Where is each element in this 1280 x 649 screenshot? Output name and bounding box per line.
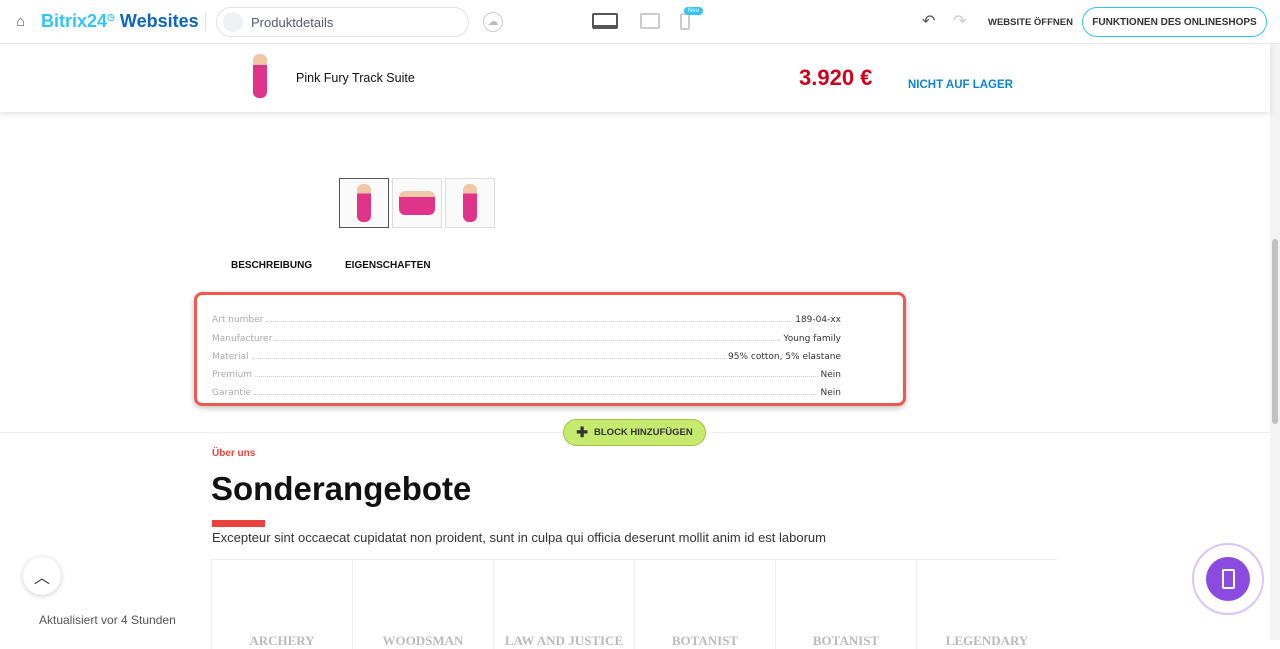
stock-status: NICHT AUF LAGER: [908, 79, 1013, 91]
product-price: 3.920 €: [799, 65, 873, 90]
product-thumbnail: [245, 54, 275, 100]
tab-properties[interactable]: EIGENSCHAFTEN: [345, 260, 431, 271]
property-key: Art number: [212, 315, 264, 326]
chevron-up-icon: ︿: [33, 570, 50, 587]
property-row: Premium Nein: [212, 362, 841, 380]
page-name: Produktdetails: [251, 14, 334, 30]
scroll-up-button[interactable]: ︿: [23, 557, 61, 595]
section-text: Excepteur sint occaecat cupidatat non pr…: [212, 530, 826, 545]
title-underline: [212, 520, 265, 527]
undo-icon[interactable]: ↶: [922, 11, 935, 31]
property-value: 189-04-xx: [795, 315, 841, 326]
plus-icon: ✚: [576, 424, 589, 440]
logo-tile: LEGENDARY: [916, 560, 1057, 649]
mobile-view-icon[interactable]: [680, 13, 690, 30]
page-selector[interactable]: Produktdetails: [216, 7, 469, 37]
logo-tile: BOTANIST: [775, 560, 916, 649]
desktop-view-icon[interactable]: [592, 13, 618, 29]
properties-table: Art number 189-04-xx Manufacturer Young fa…: [194, 292, 906, 406]
top-bar: ⌂ Bitrix24◷ Websites Produktdetails ☁ Ne…: [0, 0, 1280, 44]
updated-status: Aktualisiert vor 4 Stunden: [39, 613, 176, 627]
gallery-thumb[interactable]: [339, 178, 389, 228]
product-name: Pink Fury Track Suite: [296, 71, 415, 85]
gallery-thumb[interactable]: [392, 178, 442, 228]
property-value: 95% cotton, 5% elastane: [728, 351, 841, 362]
add-block-button[interactable]: ✚ BLOCK HINZUFÜGEN: [563, 419, 706, 446]
logo-suffix: Websites: [119, 11, 199, 31]
logo-brand: Bitrix24: [41, 11, 108, 31]
logo: Bitrix24◷ Websites: [41, 11, 199, 31]
mobile-preview-button[interactable]: [1192, 543, 1264, 615]
logo-tile: BOTANIST: [634, 560, 775, 649]
add-block-label: BLOCK HINZUFÜGEN: [594, 427, 693, 438]
property-row: Material 95% cotton, 5% elastane: [212, 344, 841, 362]
logo-grid: ARCHERY WOODSMAN LAW AND JUSTICE BOTANIS…: [211, 559, 1057, 649]
logo-tile: WOODSMAN: [352, 560, 493, 649]
scrollbar[interactable]: [1270, 44, 1280, 640]
property-value: Nein: [820, 388, 841, 399]
gallery-thumb[interactable]: [445, 178, 495, 228]
tab-description[interactable]: BESCHREIBUNG: [231, 260, 312, 271]
property-value: Young family: [783, 333, 841, 344]
property-key: Manufacturer: [212, 333, 273, 344]
property-row: Art number 189-04-xx: [212, 307, 841, 325]
property-value: Nein: [820, 370, 841, 381]
section-title: Sonderangebote: [211, 470, 472, 507]
property-key: Garantie: [212, 388, 251, 399]
open-website-link[interactable]: WEBSITE ÖFFNEN: [988, 17, 1073, 28]
logo-tile: LAW AND JUSTICE: [493, 560, 634, 649]
logo-tile: ARCHERY: [211, 560, 352, 649]
shop-functions-button[interactable]: FUNKTIONEN DES ONLINESHOPS: [1082, 7, 1267, 37]
image-icon: [223, 12, 243, 32]
scrollbar-thumb[interactable]: [1272, 239, 1278, 424]
cloud-icon[interactable]: ☁: [483, 12, 503, 32]
product-bar: Pink Fury Track Suite 3.920 € NICHT AUF …: [0, 44, 1270, 112]
property-row: Garantie Nein: [212, 380, 841, 398]
home-icon[interactable]: ⌂: [16, 13, 25, 30]
section-subtitle: Über uns: [212, 448, 256, 459]
divider: [205, 12, 206, 32]
tablet-view-icon[interactable]: [640, 13, 660, 29]
redo-icon[interactable]: ↷: [953, 11, 966, 31]
property-row: Manufacturer Young family: [212, 325, 841, 344]
new-badge: Neu: [684, 7, 704, 15]
phone-icon: [1221, 569, 1235, 589]
property-key: Material: [212, 351, 249, 362]
property-key: Premium: [212, 370, 253, 381]
